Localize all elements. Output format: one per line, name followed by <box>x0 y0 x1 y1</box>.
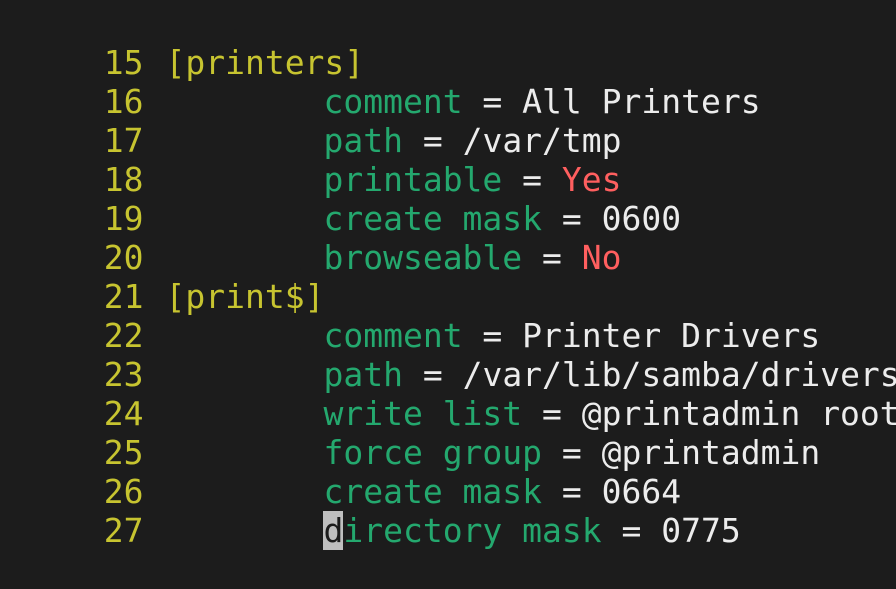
equals-operator: = <box>462 82 523 121</box>
text-editor[interactable]: 15 [printers] 16 comment = All Printers 17… <box>0 4 896 550</box>
config-key: path <box>323 121 403 160</box>
config-key: force group <box>323 433 543 472</box>
line-number: 23 <box>103 355 144 394</box>
config-value: @printadmin <box>601 433 821 472</box>
config-key: path <box>323 355 403 394</box>
boolean-value: No <box>581 238 622 277</box>
line-number: 22 <box>103 316 144 355</box>
code-line[interactable]: 15 [printers] <box>0 4 896 82</box>
config-value: 0600 <box>601 199 682 238</box>
config-value: All Printers <box>522 82 761 121</box>
line-number: 16 <box>103 82 144 121</box>
line-number: 21 <box>103 277 144 316</box>
config-key: write list <box>323 394 523 433</box>
config-value: /var/lib/samba/drivers <box>462 355 896 394</box>
equals-operator: = <box>542 433 602 472</box>
line-number: 27 <box>103 511 144 550</box>
equals-operator: = <box>542 199 602 238</box>
line-number: 15 <box>103 43 144 82</box>
equals-operator: = <box>462 316 523 355</box>
section-header: [print$] <box>165 277 325 316</box>
config-key: create mask <box>323 472 543 511</box>
line-number: 20 <box>103 238 144 277</box>
line-number: 19 <box>103 199 144 238</box>
line-number: 25 <box>103 433 144 472</box>
section-header: [printers] <box>165 43 365 82</box>
config-value: Printer Drivers <box>522 316 821 355</box>
equals-operator: = <box>522 238 582 277</box>
equals-operator: = <box>601 511 662 550</box>
equals-operator: = <box>542 472 602 511</box>
text-cursor[interactable]: d <box>323 511 344 550</box>
equals-operator: = <box>402 121 463 160</box>
config-value: 0775 <box>661 511 741 550</box>
config-key: browseable <box>323 238 523 277</box>
line-number: 26 <box>103 472 144 511</box>
line-number: 24 <box>103 394 144 433</box>
config-key: irectory mask <box>343 511 602 550</box>
config-value: 0664 <box>601 472 682 511</box>
config-key: comment <box>323 316 463 355</box>
config-key: create mask <box>323 199 543 238</box>
config-key: comment <box>323 82 463 121</box>
equals-operator: = <box>522 394 582 433</box>
boolean-value: Yes <box>561 160 622 199</box>
line-number: 18 <box>103 160 144 199</box>
config-value: @printadmin root <box>581 394 896 433</box>
config-key: printable <box>323 160 503 199</box>
line-number: 17 <box>103 121 144 160</box>
config-value: /var/tmp <box>462 121 622 160</box>
equals-operator: = <box>402 355 463 394</box>
equals-operator: = <box>502 160 562 199</box>
